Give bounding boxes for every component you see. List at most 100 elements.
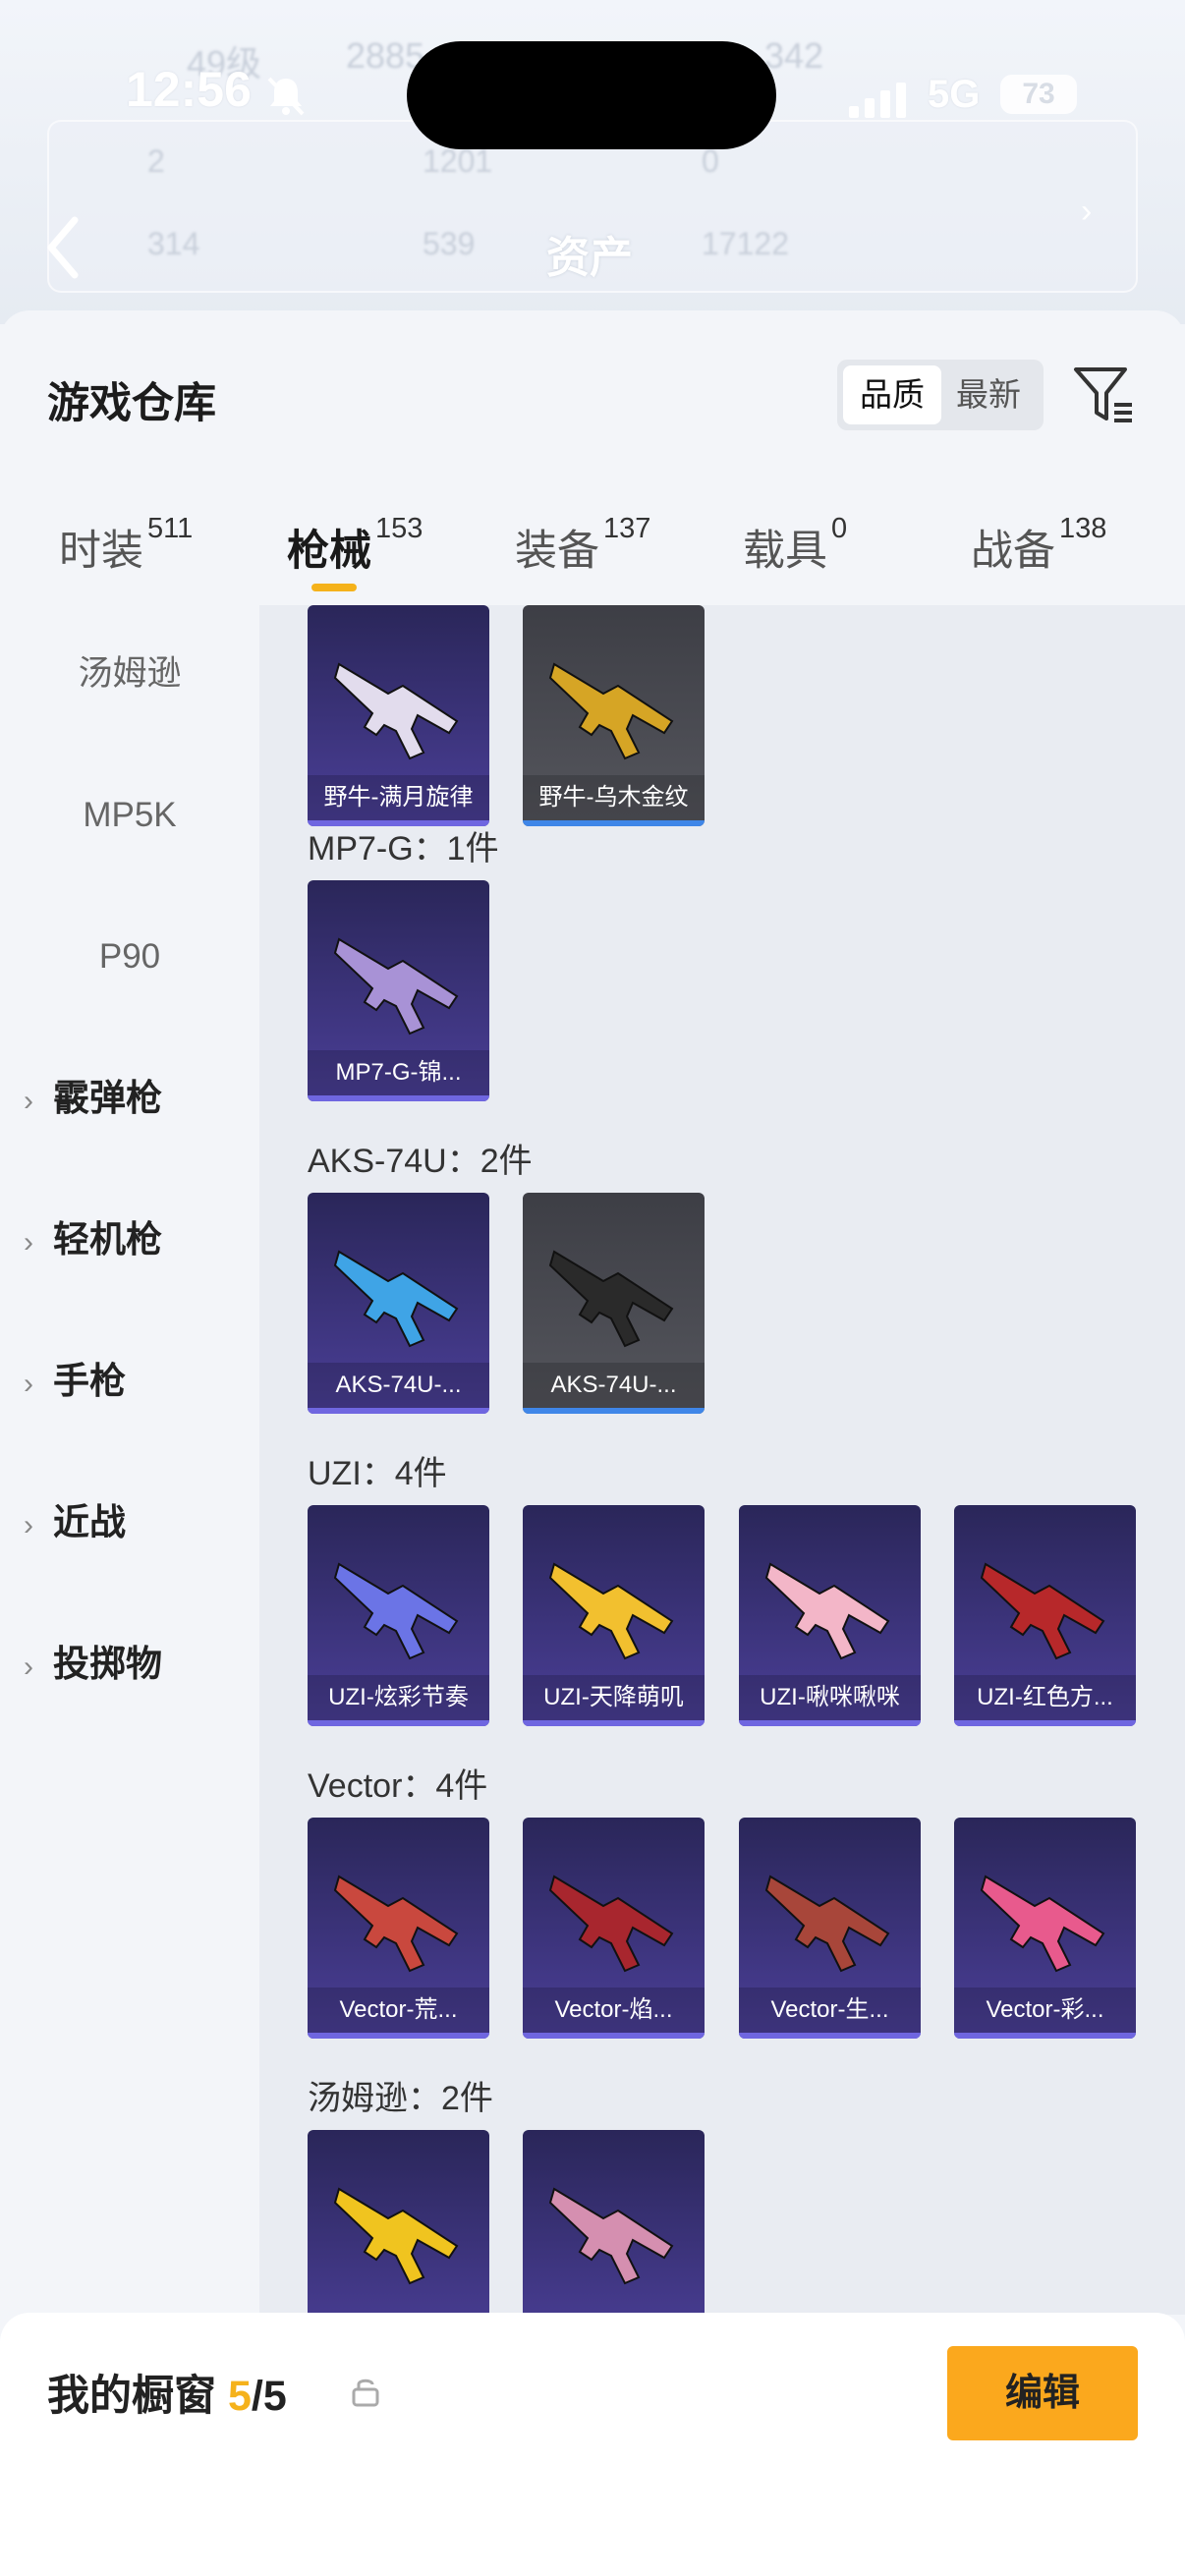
category-sidebar: 汤姆逊 MP5K P90 › 霰弹枪 › 轻机枪 › 手枪 › 近战 › 投掷物 — [0, 605, 259, 2315]
gun-skin-card[interactable]: Vector-生... — [739, 1818, 921, 2039]
gun-skin-card[interactable]: UZI-红色方... — [954, 1505, 1136, 1726]
stat-6: 17122 — [702, 226, 789, 261]
sidebar-item-p90[interactable]: P90 — [0, 918, 259, 996]
gun-skin-name: 野牛-满月旋律 — [308, 775, 489, 820]
gun-skin-card[interactable]: UZI-啾咪啾咪 — [739, 1505, 921, 1726]
tab-count: 511 — [147, 513, 194, 544]
sidebar-group-label: 近战 — [53, 1502, 126, 1542]
showcase-bar: 我的橱窗 5/5 编辑 — [0, 2313, 1185, 2576]
gun-skin-card[interactable]: AKS-74U-... — [308, 1193, 489, 1414]
edit-button[interactable]: 编辑 — [947, 2346, 1138, 2440]
sidebar-group-throwable[interactable]: › 投掷物 — [24, 1625, 162, 1704]
sort-quality-button[interactable]: 品质 — [843, 365, 941, 424]
chevron-right-icon: › — [24, 1651, 33, 1683]
gun-skin-card[interactable] — [523, 2130, 705, 2315]
tab-count: 153 — [375, 513, 423, 544]
gun-skin-card[interactable] — [308, 2130, 489, 2315]
other-text: 342 — [764, 35, 824, 76]
gun-icon — [764, 1875, 890, 1973]
gun-icon — [333, 1875, 459, 1973]
section-title: UZI：4件 — [308, 1455, 447, 1492]
network-type: 5G — [928, 73, 981, 116]
battery-icon: 73 — [1000, 75, 1077, 114]
gun-icon — [333, 937, 459, 1036]
rarity-bar — [523, 1408, 705, 1414]
gun-icon — [333, 1250, 459, 1348]
gun-icon — [333, 662, 459, 760]
status-time: 12:56 — [126, 62, 252, 117]
gun-skin-card[interactable]: Vector-彩... — [954, 1818, 1136, 2039]
chevron-right-icon: › — [24, 1085, 33, 1117]
rarity-bar — [308, 1720, 489, 1726]
gun-icon — [548, 1875, 674, 1973]
chevron-right-icon: › — [24, 1368, 33, 1400]
gun-skin-card[interactable]: 野牛-满月旋律 — [308, 605, 489, 826]
rarity-bar — [308, 1095, 489, 1101]
gun-skin-name: Vector-焰... — [523, 1988, 705, 2033]
sidebar-item-thompson[interactable]: 汤姆逊 — [0, 635, 259, 713]
gun-skin-card[interactable]: MP7-G-锦... — [308, 880, 489, 1101]
gun-skin-card[interactable]: Vector-焰... — [523, 1818, 705, 2039]
rarity-bar — [954, 1720, 1136, 1726]
rarity-bar — [739, 2033, 921, 2039]
tab-supplies[interactable]: 战备 138 — [971, 513, 1106, 595]
gun-icon — [333, 2187, 459, 2285]
rarity-bar — [523, 2033, 705, 2039]
gun-skin-card[interactable]: Vector-荒... — [308, 1818, 489, 2039]
tab-count: 138 — [1059, 513, 1107, 544]
gun-icon — [548, 1562, 674, 1660]
chevron-right-icon: › — [24, 1509, 33, 1541]
showcase-count: 5 — [227, 2373, 252, 2420]
page-title: 资产 — [546, 234, 633, 282]
lock-icon — [352, 2379, 379, 2407]
sidebar-group-pistol[interactable]: › 手枪 — [24, 1342, 126, 1421]
gun-skin-name: UZI-天降萌叽 — [523, 1675, 705, 1720]
gun-skin-card[interactable]: AKS-74U-... — [523, 1193, 705, 1414]
section-title: MP7-G：1件 — [308, 830, 499, 868]
tab-fashion[interactable]: 时装 511 — [59, 513, 193, 595]
bell-muted-icon — [267, 77, 305, 116]
sidebar-group-lmg[interactable]: › 轻机枪 — [24, 1201, 162, 1279]
tab-count: 137 — [603, 513, 651, 544]
gun-skin-card[interactable]: 野牛-乌木金纹 — [523, 605, 705, 826]
gun-skin-card[interactable]: UZI-炫彩节奏 — [308, 1505, 489, 1726]
sort-latest-button[interactable]: 最新 — [939, 365, 1038, 424]
gun-skin-card[interactable]: UZI-天降萌叽 — [523, 1505, 705, 1726]
rarity-bar — [308, 2033, 489, 2039]
gun-skin-name: Vector-荒... — [308, 1988, 489, 2033]
gun-icon — [764, 1562, 890, 1660]
gun-skin-name: AKS-74U-... — [308, 1363, 489, 1408]
gun-icon — [980, 1562, 1105, 1660]
gun-skin-name: UZI-红色方... — [954, 1675, 1136, 1720]
filter-icon[interactable] — [1071, 362, 1136, 426]
section-title: Vector：4件 — [308, 1767, 488, 1805]
sidebar-group-melee[interactable]: › 近战 — [24, 1484, 126, 1562]
gun-icon — [980, 1875, 1105, 1973]
tab-equipment[interactable]: 装备 137 — [515, 513, 650, 595]
sidebar-group-shotgun[interactable]: › 霰弹枪 — [24, 1059, 162, 1138]
tab-vehicles[interactable]: 载具 0 — [743, 513, 847, 595]
gun-skin-name: Vector-彩... — [954, 1988, 1136, 2033]
gun-icon — [548, 662, 674, 760]
tab-label: 装备 — [515, 528, 599, 575]
gun-icon — [333, 1562, 459, 1660]
rarity-bar — [523, 820, 705, 826]
sort-segmented-control[interactable]: 品质 最新 — [837, 360, 1044, 430]
chevron-right-icon[interactable]: › — [1081, 193, 1092, 231]
sidebar-group-label: 手枪 — [53, 1361, 126, 1401]
tab-label: 时装 — [59, 528, 143, 575]
gun-icon — [548, 2187, 674, 2285]
sidebar-group-label: 霰弹枪 — [53, 1078, 162, 1118]
section-title: AKS-74U：2件 — [308, 1143, 533, 1180]
stat-1: 2 — [147, 143, 165, 179]
back-arrow-icon[interactable] — [39, 208, 88, 287]
showcase-label: 我的橱窗 5/5 — [47, 2362, 287, 2423]
gun-skin-name: Vector-生... — [739, 1988, 921, 2033]
tab-label: 枪械 — [287, 528, 371, 575]
active-tab-indicator — [311, 584, 357, 591]
signal-icon — [849, 83, 906, 118]
sidebar-group-label: 投掷物 — [53, 1644, 162, 1684]
showcase-total: /5 — [251, 2373, 287, 2420]
sidebar-item-mp5k[interactable]: MP5K — [0, 776, 259, 855]
tab-label: 载具 — [743, 528, 827, 575]
